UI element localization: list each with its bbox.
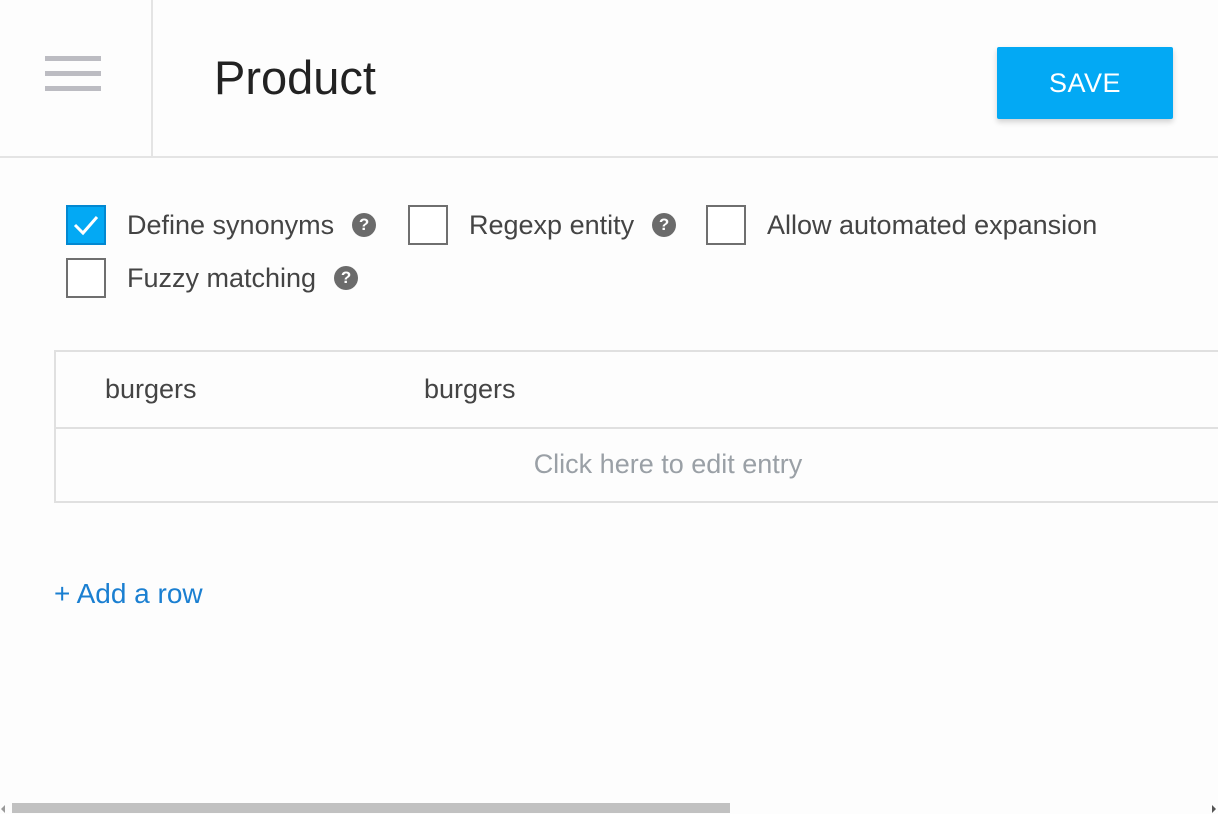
header: Product SAVE bbox=[0, 0, 1218, 158]
entity-editor-page: Product SAVE Define synonyms ? Regexp en… bbox=[0, 0, 1218, 814]
define-synonyms-checkbox[interactable] bbox=[66, 205, 106, 245]
fuzzy-matching-help-icon[interactable]: ? bbox=[334, 266, 359, 290]
define-synonyms-label: Define synonyms bbox=[127, 209, 335, 240]
checkmark-icon bbox=[73, 216, 99, 236]
edit-entry-hint: Click here to edit entry bbox=[533, 449, 803, 479]
option-regexp-entity: Regexp entity ? bbox=[408, 205, 677, 245]
horizontal-scrollbar[interactable] bbox=[0, 801, 1218, 814]
save-button[interactable]: SAVE bbox=[997, 47, 1173, 119]
menu-cell bbox=[0, 0, 153, 156]
option-fuzzy-matching: Fuzzy matching ? bbox=[66, 258, 359, 298]
page-title: Product bbox=[214, 51, 376, 104]
hamburger-menu-icon[interactable] bbox=[45, 56, 101, 92]
entry-synonyms: burgers bbox=[424, 374, 516, 404]
allow-automated-expansion-checkbox[interactable] bbox=[706, 205, 746, 245]
edit-entry-row[interactable]: Click here to edit entry bbox=[56, 429, 1218, 501]
option-allow-automated-expansion: Allow automated expansion bbox=[706, 205, 1097, 245]
regexp-entity-checkbox[interactable] bbox=[408, 205, 448, 245]
table-row[interactable]: burgers burgers bbox=[56, 352, 1218, 429]
scroll-left-arrow-icon[interactable] bbox=[1, 805, 5, 813]
add-row-link[interactable]: + Add a row bbox=[54, 578, 203, 610]
scrollbar-thumb[interactable] bbox=[12, 803, 730, 813]
fuzzy-matching-label: Fuzzy matching bbox=[127, 262, 317, 293]
entries-table: burgers burgers Click here to edit entry bbox=[54, 350, 1218, 503]
entry-reference-value: burgers bbox=[105, 374, 197, 404]
define-synonyms-help-icon[interactable]: ? bbox=[352, 213, 377, 237]
option-define-synonyms: Define synonyms ? bbox=[66, 205, 377, 245]
scroll-right-arrow-icon[interactable] bbox=[1212, 805, 1216, 813]
fuzzy-matching-checkbox[interactable] bbox=[66, 258, 106, 298]
regexp-entity-label: Regexp entity bbox=[469, 209, 635, 240]
regexp-entity-help-icon[interactable]: ? bbox=[652, 213, 677, 237]
allow-automated-expansion-label: Allow automated expansion bbox=[767, 209, 1098, 240]
